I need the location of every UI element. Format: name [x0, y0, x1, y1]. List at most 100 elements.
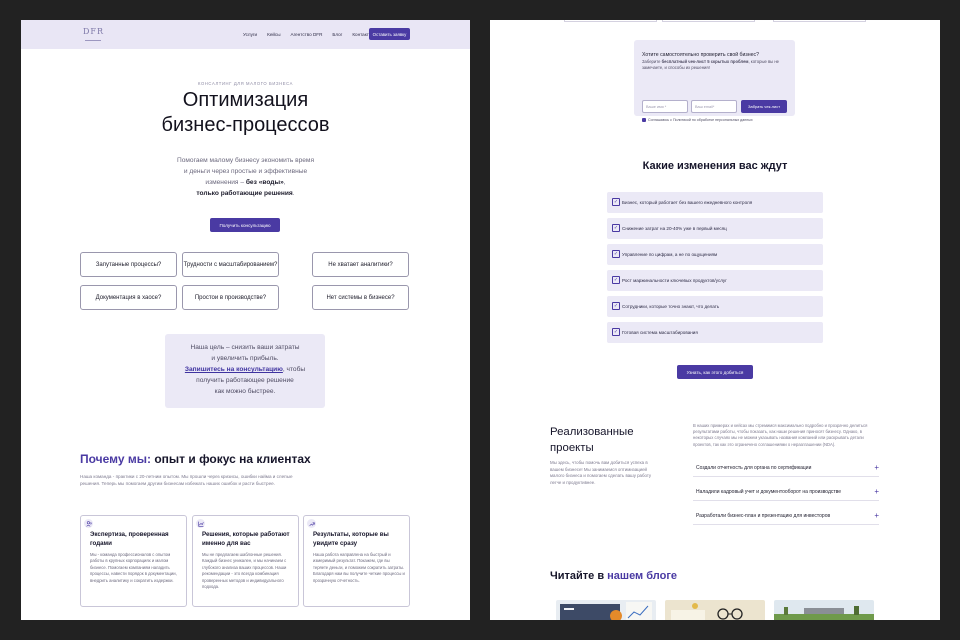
hero-title: Оптимизация бизнес-процессов [21, 88, 470, 138]
problem-button-scaling[interactable]: Трудности с масштабированием? [182, 252, 279, 277]
chart-icon [196, 519, 205, 528]
checkmark-icon: ✓ [612, 302, 620, 310]
change-item: ✓ Бизнес, который работает без вашего еже… [607, 192, 823, 213]
hero-subtitle-line3-pre: изменения – [205, 179, 246, 186]
project-accordion-label: Разработали бизнес-план и презентацию дл… [696, 513, 831, 519]
feature-card-title: Экспертиза, проверенная годами [90, 531, 169, 547]
checkmark-icon: ✓ [612, 198, 620, 206]
hero-title-line2: бизнес-процессов [161, 114, 330, 136]
project-accordion-item[interactable]: Наладили кадровый учет и документооборот… [693, 486, 879, 501]
project-accordion-item[interactable]: Создали отчетность для органа по сертифи… [693, 462, 879, 477]
checkbox-checked-icon[interactable] [642, 118, 646, 122]
feature-card-results: Результаты, которые вы увидите сразу Наш… [303, 515, 410, 607]
problem-button-analytics[interactable]: Не хватает аналитики? [312, 252, 409, 277]
problem-button-processes[interactable]: Запутанные процессы? [80, 252, 177, 277]
change-item-label: Готовая система масштабирования [622, 330, 698, 335]
change-item-label: Снижение затрат на 20-40% уже в первый м… [622, 226, 727, 231]
why-us-title: Почему мы: опыт и фокус на клиентах [80, 452, 311, 466]
goal-line1: Наша цель – снизить ваши затраты [190, 344, 300, 351]
nav-link-agency[interactable]: Агентство DFR [291, 32, 323, 37]
goal-box: Наша цель – снизить ваши затраты и увели… [165, 334, 325, 408]
email-input[interactable]: Ваш email* [691, 100, 737, 113]
project-accordion-label: Наладили кадровый учет и документооборот… [696, 489, 842, 495]
projects-title-line2: проекты [550, 442, 594, 454]
goal-line2: и увеличить прибыль. [211, 355, 279, 362]
change-item-label: Сотрудники, которые точно знают, что дел… [622, 304, 720, 309]
project-accordion-label: Создали отчетность для органа по сертифи… [696, 465, 812, 471]
hero-title-line1: Оптимизация [182, 89, 309, 111]
logo[interactable]: DFR [83, 27, 103, 36]
landing-page-middle: Хотите самостоятельно проверить свой биз… [490, 20, 940, 620]
checkmark-icon: ✓ [612, 250, 620, 258]
get-consultation-button[interactable]: Получить консультацию [210, 218, 280, 232]
hero-subtitle-line3-bold: без «воды» [245, 179, 284, 186]
consent-label: Соглашаюсь с Политикой по обработке перс… [648, 118, 753, 122]
plus-icon[interactable]: + [874, 463, 879, 472]
change-item: ✓ Рост маржинальности ключевых продуктов/… [607, 270, 823, 291]
projects-title-line1: Реализованные [550, 426, 634, 438]
hero-subtitle: Помогаем малому бизнесу экономить время … [21, 155, 470, 199]
landing-page-top: DFR Услуги Кейсы Агентство DFR Блог Конт… [21, 20, 470, 620]
hero-subtitle-line3: изменения – без «воды», [21, 177, 470, 188]
growth-icon [307, 519, 316, 528]
why-us-title-rest: опыт и фокус на клиентах [151, 452, 311, 466]
why-us-title-accent: Почему мы: [80, 452, 151, 466]
hero-subtitle-line2: и деньги через простые и эффективные [183, 168, 308, 175]
get-checklist-button[interactable]: Забрать чек-лист [741, 100, 787, 113]
consent-checkbox[interactable]: Соглашаюсь с Политикой по обработке перс… [642, 118, 753, 122]
problem-button-documentation[interactable]: Документация в хаосе? [80, 285, 177, 310]
leave-request-button[interactable]: Оставить заявку [369, 28, 410, 40]
checklist-text-bold: бесплатный чек-лист 5 скрытых проблем [661, 59, 749, 64]
feature-card-text: Мы не предлагаем шаблонные решения. Кажд… [202, 552, 287, 590]
nav-link-services[interactable]: Услуги [243, 32, 257, 37]
change-item: ✓ Готовая система масштабирования [607, 322, 823, 343]
checkmark-icon: ✓ [612, 224, 620, 232]
change-item: ✓ Управление по цифрам, а не по ощущениям [607, 244, 823, 265]
blog-thumbnail-charts[interactable] [556, 600, 656, 620]
hero-subtitle-line4: только работающие решения. [21, 188, 470, 199]
goal-line3: Запишитесь на консультацию, чтобы [165, 364, 325, 375]
nav-link-blog[interactable]: Блог [332, 32, 342, 37]
blog-thumbnail-landscape[interactable] [774, 600, 874, 620]
checklist-text-pre: Заберите [642, 59, 662, 64]
projects-text: Мы здесь, чтобы помочь вам добиться успе… [550, 460, 652, 485]
hero-subtitle-line1: Помогаем малому бизнесу экономить время [176, 157, 315, 164]
project-accordion-item[interactable]: Разработали бизнес-план и презентацию дл… [693, 510, 879, 525]
blog-title-pre: Читайте в [550, 570, 608, 582]
hero-subtitle-line4-post: . [292, 190, 295, 197]
blog-title-accent[interactable]: нашем блоге [607, 570, 677, 582]
change-item-label: Бизнес, который работает без вашего ежед… [622, 200, 753, 205]
top-navbar: DFR Услуги Кейсы Агентство DFR Блог Конт… [21, 20, 470, 49]
plus-icon[interactable]: + [874, 511, 879, 520]
consultation-link[interactable]: Запишитесь на консультацию [185, 366, 283, 373]
change-item-label: Управление по цифрам, а не по ощущениям [622, 252, 718, 257]
nav-link-cases[interactable]: Кейсы [267, 32, 280, 37]
feature-card-text: Мы - команда профессионалов с опытом раб… [90, 552, 177, 583]
feature-card-solutions: Решения, которые работают именно для вас… [192, 515, 299, 607]
feature-card-text: Наша работа направлена на быстрый и изме… [313, 552, 405, 583]
checkmark-icon: ✓ [612, 328, 620, 336]
change-item-label: Рост маржинальности ключевых продуктов/у… [622, 278, 727, 283]
card-bottom-edge [773, 20, 866, 22]
logo-underline [85, 40, 101, 41]
goal-line3-post: , чтобы [282, 366, 306, 373]
name-input[interactable]: Ваше имя * [642, 100, 688, 113]
problem-button-downtime[interactable]: Простои в производстве? [182, 285, 279, 310]
blog-thumbnail-glasses[interactable] [665, 600, 765, 620]
card-bottom-edge [662, 20, 755, 22]
projects-intro: В наших примерах и кейсах мы стремимся м… [693, 423, 868, 447]
learn-how-button[interactable]: Узнать, как этого добиться [677, 365, 753, 379]
blog-title: Читайте в нашем блоге [550, 570, 677, 582]
goal-line4: получить работающее решение [196, 377, 294, 384]
changes-title: Какие изменения вас ждут [642, 160, 788, 172]
checklist-form: Хотите самостоятельно проверить свой биз… [634, 40, 795, 122]
change-item: ✓ Сотрудники, которые точно знают, что де… [607, 296, 823, 317]
change-item: ✓ Снижение затрат на 20-40% уже в первый … [607, 218, 823, 239]
feature-card-title: Решения, которые работают именно для вас [202, 531, 290, 547]
problem-button-no-system[interactable]: Нет системы в бизнесе? [312, 285, 409, 310]
hero-eyebrow: КОНСАЛТИНГ ДЛЯ МАЛОГО БИЗНЕСА [197, 81, 294, 86]
nav-links: Услуги Кейсы Агентство DFR Блог Контакты [243, 32, 372, 37]
plus-icon[interactable]: + [874, 487, 879, 496]
hero-subtitle-line3-post: , [283, 179, 286, 186]
goal-line5: как можно быстрее. [214, 388, 276, 395]
